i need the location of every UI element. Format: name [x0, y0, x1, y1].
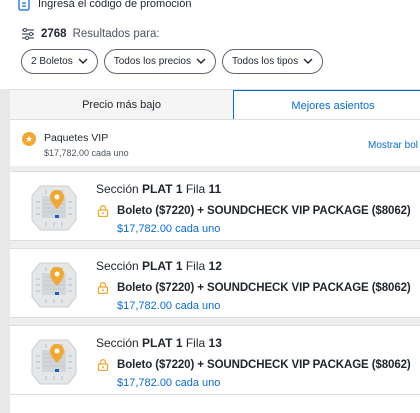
- section-value: PLAT 1: [142, 182, 183, 196]
- venue-map-icon: [31, 185, 77, 231]
- chevron-down-icon: [78, 58, 88, 64]
- list-gap: [10, 241, 420, 248]
- results-count: 2768: [41, 28, 67, 40]
- listing-row[interactable]: Sección PLAT 1 Fila 13 Boleto ($7220) + …: [10, 325, 420, 395]
- listing-description: Boleto ($7220) + SOUNDCHECK VIP PACKAGE …: [117, 205, 411, 217]
- vip-packages-row[interactable]: ★ Paquetes VIP $17,782.00 cada uno Mostr…: [10, 119, 420, 167]
- lock-icon: [97, 205, 109, 217]
- filter-bar: 2 Boletos Todos los precios Todos los ti…: [21, 49, 324, 74]
- listing-price: $17,782.00 cada uno: [117, 300, 221, 312]
- venue-map-icon: [31, 339, 77, 385]
- vip-title: Paquetes VIP: [44, 132, 109, 144]
- venue-map-icon: [31, 262, 77, 308]
- section-row-label: Sección PLAT 1 Fila 11: [96, 182, 221, 196]
- show-tickets-link[interactable]: Mostrar bol: [368, 140, 418, 151]
- filter-types[interactable]: Todos los tipos: [221, 49, 324, 74]
- section-value: PLAT 1: [142, 259, 183, 273]
- row-value: 12: [208, 259, 222, 273]
- coupon-icon: [18, 0, 30, 11]
- row-label: Fila: [185, 182, 206, 196]
- promo-code-link[interactable]: Ingresá el código de promoción: [18, 0, 191, 13]
- listing-row[interactable]: Sección PLAT 1 Fila 12 Boleto ($7220) + …: [10, 248, 420, 318]
- listing-row[interactable]: Sección PLAT 1 Fila 11 Boleto ($7220) + …: [10, 171, 420, 241]
- sort-tabs: Precio más bajo Mejores asientos: [10, 89, 420, 120]
- sliders-icon[interactable]: [21, 28, 35, 40]
- row-value: 11: [208, 182, 222, 196]
- listing-description: Boleto ($7220) + SOUNDCHECK VIP PACKAGE …: [117, 282, 411, 294]
- tab-lowest-price-label: Precio más bajo: [82, 99, 161, 111]
- section-label: Sección: [96, 259, 139, 273]
- vip-price: $17,782.00 cada uno: [44, 148, 129, 158]
- results-label: Resultados para:: [72, 28, 160, 40]
- tab-best-seats-label: Mejores asientos: [291, 99, 375, 112]
- filter-prices-label: Todos los precios: [113, 56, 191, 67]
- filter-tickets[interactable]: 2 Boletos: [21, 49, 98, 74]
- chevron-down-icon: [196, 58, 206, 64]
- lock-icon: [97, 282, 109, 294]
- tab-best-seats[interactable]: Mejores asientos: [233, 90, 420, 120]
- row-label: Fila: [185, 336, 206, 350]
- filter-prices[interactable]: Todos los precios: [103, 49, 216, 74]
- promo-code-text: Ingresá el código de promoción: [38, 0, 192, 10]
- list-gap: [10, 318, 420, 325]
- star-icon: ★: [22, 132, 36, 146]
- left-divider: [0, 89, 10, 413]
- section-value: PLAT 1: [142, 336, 183, 350]
- results-summary: 2768 Resultados para:: [21, 28, 160, 40]
- tab-lowest-price[interactable]: Precio más bajo: [10, 90, 233, 120]
- filter-types-label: Todos los tipos: [231, 56, 299, 67]
- filter-tickets-label: 2 Boletos: [31, 56, 73, 67]
- row-value: 13: [208, 336, 222, 350]
- listing-description: Boleto ($7220) + SOUNDCHECK VIP PACKAGE …: [117, 359, 411, 371]
- chevron-down-icon: [303, 58, 313, 64]
- listing-price: $17,782.00 cada uno: [117, 377, 221, 389]
- listing-price: $17,782.00 cada uno: [117, 223, 221, 235]
- section-label: Sección: [96, 336, 139, 350]
- row-label: Fila: [185, 259, 206, 273]
- section-row-label: Sección PLAT 1 Fila 12: [96, 259, 222, 273]
- section-label: Sección: [96, 182, 139, 196]
- section-row-label: Sección PLAT 1 Fila 13: [96, 336, 222, 350]
- lock-icon: [97, 359, 109, 371]
